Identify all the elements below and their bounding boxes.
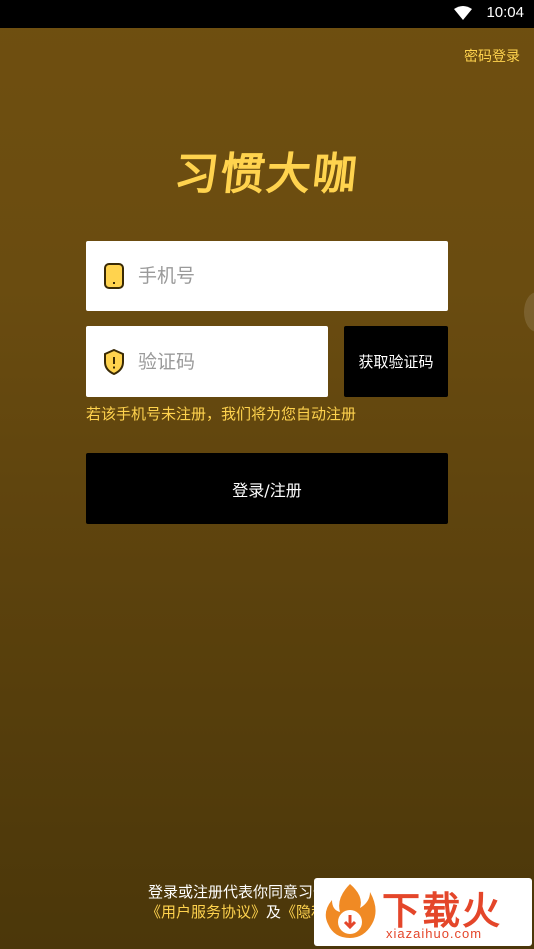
phone-icon [104,263,124,289]
code-input[interactable] [136,349,310,374]
login-register-button[interactable]: 登录/注册 [86,453,448,524]
phone-input[interactable] [136,264,400,288]
password-login-link[interactable]: 密码登录 [464,46,520,66]
watermark-domain: xiazaihuo.com [386,926,483,941]
register-hint: 若该手机号未注册，我们将为您自动注册 [86,405,357,423]
floating-edge-handle [524,292,534,332]
user-agreement-link[interactable]: 《用户服务协议》 [146,903,266,921]
status-time: 10:04 [486,4,524,21]
get-code-button[interactable]: 获取验证码 [344,326,448,397]
agreement-and: 及 [266,903,282,921]
shield-icon [104,348,124,375]
fire-logo-icon [325,884,376,938]
status-bar: 10:04 [0,0,534,28]
app-logo: 习惯大咖 [171,149,362,200]
wifi-icon [454,6,472,20]
code-field[interactable] [86,326,328,397]
phone-field[interactable] [86,241,448,311]
watermark-badge: 下载火 xiazaihuo.com [314,878,532,946]
